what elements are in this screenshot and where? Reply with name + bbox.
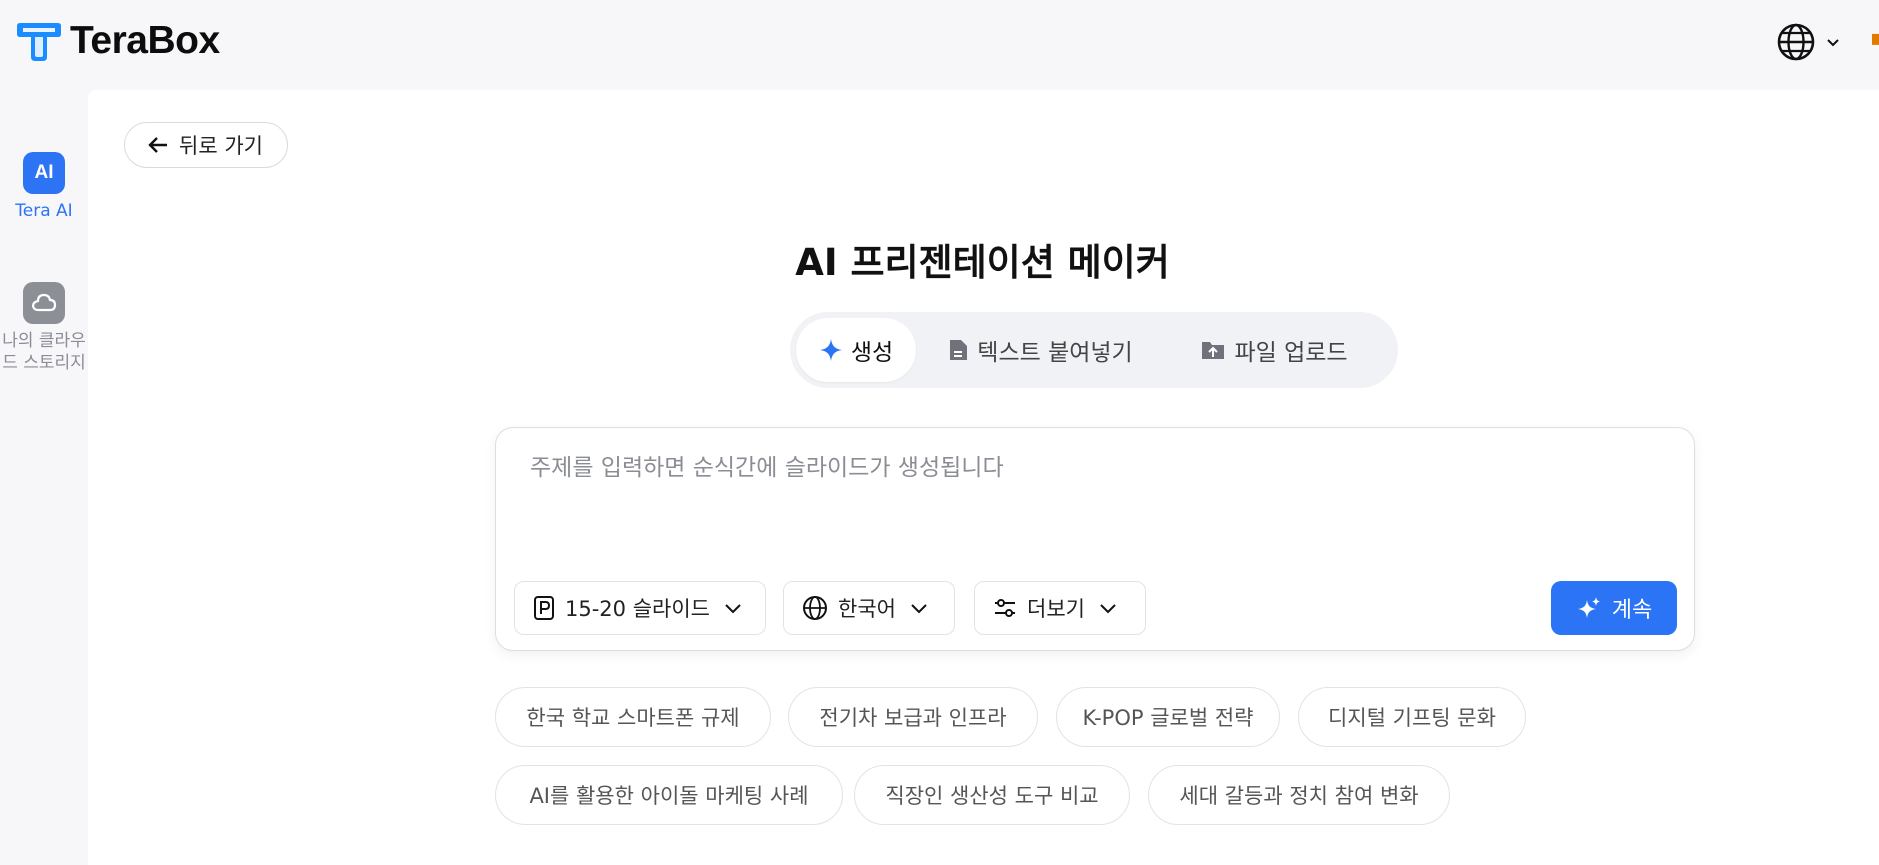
globe-icon bbox=[802, 595, 828, 621]
chevron-down-icon bbox=[1827, 39, 1839, 47]
sidebar: AI Tera AI 나의 클라우드 스토리지 bbox=[0, 90, 88, 865]
chevron-down-icon bbox=[724, 602, 742, 614]
cloud-icon bbox=[23, 282, 65, 324]
tab-label: 파일 업로드 bbox=[1234, 340, 1348, 366]
arrow-left-icon bbox=[147, 135, 169, 155]
tab-paste-text[interactable]: 텍스트 붙여넣기 bbox=[916, 318, 1164, 382]
cutoff-header-item: ▪ bbox=[1870, 26, 1879, 51]
sparkles-icon bbox=[1576, 596, 1602, 620]
suggestion-chip[interactable]: 전기차 보급과 인프라 bbox=[788, 687, 1038, 747]
suggestion-chip[interactable]: K-POP 글로벌 전략 bbox=[1056, 687, 1280, 747]
back-button[interactable]: 뒤로 가기 bbox=[124, 122, 288, 168]
terabox-logo[interactable]: TeraBox bbox=[16, 19, 220, 63]
slides-icon bbox=[533, 595, 555, 621]
suggestion-chip[interactable]: AI를 활용한 아이돌 마케팅 사례 bbox=[495, 765, 843, 825]
page-title: AI 프리젠테이션 메이커 bbox=[795, 241, 1170, 284]
language-value: 한국어 bbox=[838, 597, 896, 621]
tab-generate[interactable]: 생성 bbox=[796, 318, 916, 382]
main-panel: 뒤로 가기 AI 프리젠테이션 메이커 생성 텍스트 붙여넣기 파일 업로드 주… bbox=[88, 90, 1879, 865]
more-options-label: 더보기 bbox=[1027, 597, 1085, 621]
language-select[interactable]: 한국어 bbox=[783, 581, 955, 635]
slide-count-value: 15-20 슬라이드 bbox=[565, 597, 710, 621]
folder-upload-icon bbox=[1200, 338, 1226, 362]
sliders-icon bbox=[993, 596, 1017, 620]
chevron-down-icon bbox=[1099, 602, 1117, 614]
topic-input[interactable] bbox=[530, 448, 1650, 488]
terabox-logo-icon bbox=[17, 23, 61, 61]
brand-name: TeraBox bbox=[70, 19, 220, 62]
suggestion-chip[interactable]: 직장인 생산성 도구 비교 bbox=[854, 765, 1130, 825]
slide-count-select[interactable]: 15-20 슬라이드 bbox=[514, 581, 766, 635]
sidebar-item-cloud-storage[interactable]: 나의 클라우드 스토리지 bbox=[0, 282, 88, 374]
suggestion-chip[interactable]: 세대 갈등과 정치 참여 변화 bbox=[1148, 765, 1450, 825]
sidebar-item-label: 나의 클라우드 스토리지 bbox=[2, 331, 86, 373]
sidebar-item-tera-ai[interactable]: AI Tera AI bbox=[0, 152, 88, 222]
tab-file-upload[interactable]: 파일 업로드 bbox=[1164, 318, 1384, 382]
back-button-label: 뒤로 가기 bbox=[179, 134, 263, 158]
chevron-down-icon bbox=[910, 602, 928, 614]
tab-label: 생성 bbox=[850, 340, 894, 366]
prompt-card: 15-20 슬라이드 한국어 더보기 bbox=[495, 427, 1695, 651]
sidebar-item-label: Tera AI bbox=[15, 201, 73, 221]
document-icon bbox=[947, 338, 969, 362]
tab-label: 텍스트 붙여넣기 bbox=[977, 340, 1133, 366]
sparkle-icon bbox=[819, 338, 843, 362]
mode-tabs: 생성 텍스트 붙여넣기 파일 업로드 bbox=[790, 312, 1398, 388]
suggestion-chip[interactable]: 디지털 기프팅 문화 bbox=[1298, 687, 1526, 747]
more-options-select[interactable]: 더보기 bbox=[974, 581, 1146, 635]
continue-button[interactable]: 계속 bbox=[1551, 581, 1677, 635]
language-switcher[interactable] bbox=[1776, 22, 1844, 62]
continue-label: 계속 bbox=[1611, 598, 1653, 623]
suggestion-chip[interactable]: 한국 학교 스마트폰 규제 bbox=[495, 687, 771, 747]
ai-icon: AI bbox=[23, 152, 65, 194]
top-header: TeraBox ▪ bbox=[0, 0, 1879, 90]
globe-icon bbox=[1777, 23, 1815, 61]
